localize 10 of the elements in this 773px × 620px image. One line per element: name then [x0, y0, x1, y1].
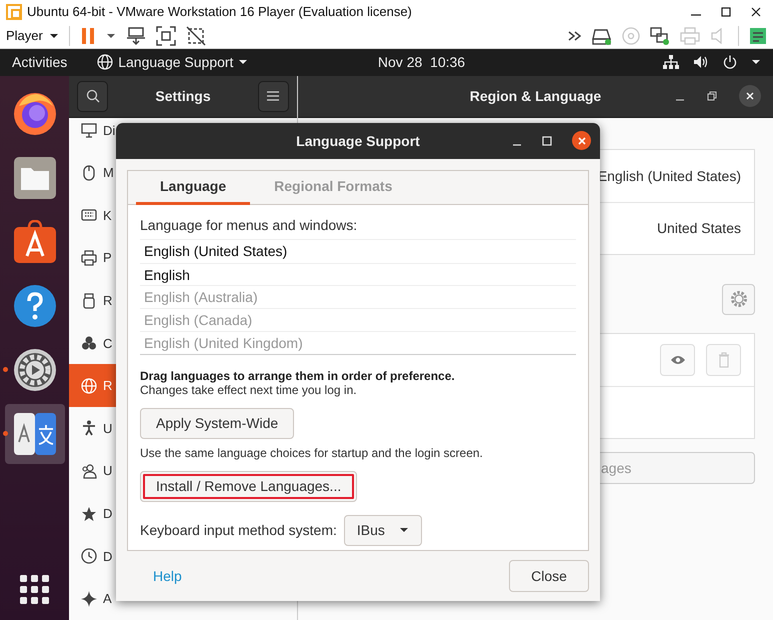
- setting-value: United States: [656, 220, 741, 236]
- apply-note: Use the same language choices for startup and the login screen.: [140, 446, 483, 460]
- drag-hint: Drag languages to arrange them in order of preference.: [140, 368, 455, 383]
- input-method-label: Keyboard input method system:: [140, 522, 337, 538]
- list-label: Language for menus and windows:: [140, 216, 358, 233]
- change-hint: Changes take effect next time you log in.: [140, 382, 357, 397]
- page-title: Region & Language: [470, 88, 602, 104]
- window-title: Ubuntu 64-bit - VMware Workstation 16 Player (Evaluation license): [27, 4, 413, 20]
- dialog-title: Language Support: [296, 132, 420, 149]
- settings-title: Settings: [155, 88, 211, 104]
